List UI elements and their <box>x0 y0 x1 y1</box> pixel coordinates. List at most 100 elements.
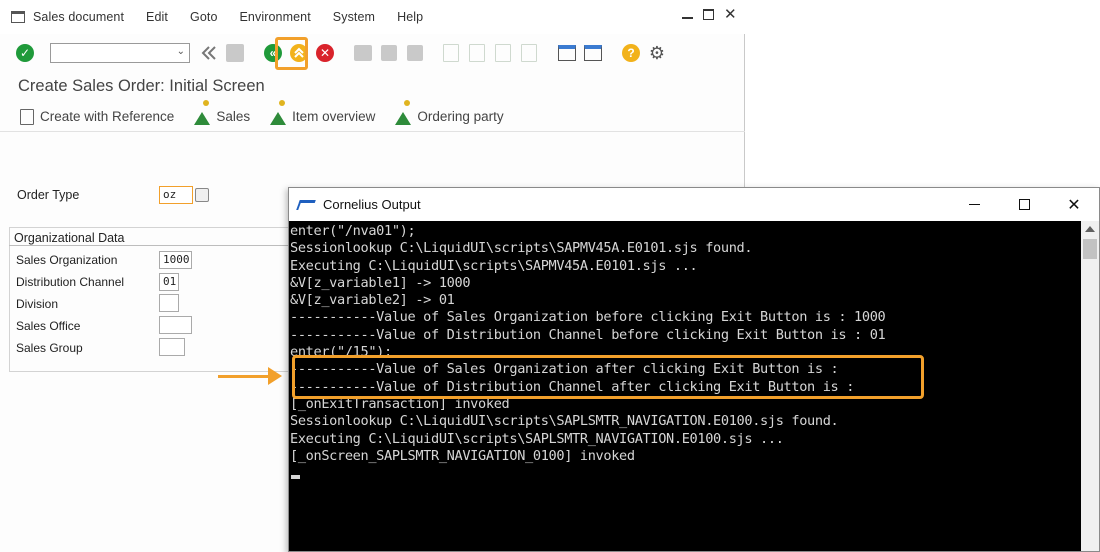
last-page-button[interactable] <box>518 42 540 64</box>
find-button[interactable] <box>378 42 400 64</box>
sales-group-label: Sales Group <box>16 341 83 355</box>
command-field[interactable]: ⌄ <box>50 43 190 63</box>
console-line: Executing C:\LiquidUI\scripts\SAPLSMTR_N… <box>290 430 784 447</box>
annotation-arrow <box>218 375 270 378</box>
console-line: Sessionlookup C:\LiquidUI\scripts\SAPLSM… <box>290 413 839 430</box>
shortcut-button[interactable] <box>582 42 604 64</box>
minimize-icon <box>968 204 980 205</box>
sales-office-label: Sales Office <box>16 319 81 333</box>
create-with-reference-button[interactable]: Create with Reference <box>20 108 175 125</box>
binoculars-next-icon <box>407 45 423 61</box>
menu-goto[interactable]: Goto <box>190 10 218 24</box>
application-toolbar: Create with Reference Sales Item overvie… <box>0 99 745 132</box>
cancel-icon: ✕ <box>316 44 334 62</box>
find-next-button[interactable] <box>404 42 426 64</box>
minimize-icon[interactable] <box>682 11 693 19</box>
chevron-down-icon[interactable]: ⌄ <box>177 46 185 57</box>
scroll-thumb[interactable] <box>1083 239 1097 259</box>
sales-organization-label: Sales Organization <box>16 253 118 267</box>
document-icon <box>20 108 34 125</box>
print-button[interactable] <box>352 42 374 64</box>
app-icon <box>296 199 316 210</box>
console-maximize-button[interactable] <box>999 188 1049 221</box>
division-field[interactable] <box>159 294 179 312</box>
maximize-icon <box>1018 199 1030 210</box>
help-icon: ? <box>622 44 640 62</box>
check-icon: ✓ <box>16 44 34 62</box>
settings-icon: ⚙ <box>648 43 666 63</box>
annotation-arrow-head <box>268 367 282 385</box>
console-line: -----------Value of Sales Organization b… <box>290 309 886 326</box>
mountain-icon <box>194 99 211 125</box>
scroll-up-icon[interactable] <box>1085 226 1095 232</box>
division-label: Division <box>16 297 59 311</box>
next-page-icon <box>495 44 511 62</box>
enter-button[interactable]: ✓ <box>14 42 36 64</box>
printer-icon <box>354 45 372 61</box>
save-icon <box>226 44 244 62</box>
console-title-bar: Cornelius Output ✕ <box>289 188 1099 221</box>
ordering-party-label: Ordering party <box>417 109 504 124</box>
mountain-icon <box>395 99 412 125</box>
sales-label: Sales <box>216 109 251 124</box>
console-close-button[interactable]: ✕ <box>1049 188 1099 221</box>
first-page-button[interactable] <box>440 42 462 64</box>
previous-page-icon <box>469 44 485 62</box>
cancel-button[interactable]: ✕ <box>314 42 336 64</box>
collapse-command-button[interactable] <box>198 42 220 64</box>
create-session-button[interactable] <box>556 42 578 64</box>
menu-system[interactable]: System <box>333 10 375 24</box>
first-page-icon <box>443 44 459 62</box>
distribution-channel-label: Distribution Channel <box>16 275 125 289</box>
double-chevron-left-icon <box>201 46 216 60</box>
menu-sales-document[interactable]: Sales document <box>33 10 124 24</box>
distribution-channel-field[interactable]: 01 <box>159 273 179 291</box>
customize-button[interactable]: ⚙ <box>646 42 668 64</box>
mountain-icon <box>270 99 287 125</box>
standard-toolbar: ✓ ⌄ « ✕ ? ⚙ <box>0 34 745 72</box>
menu-environment[interactable]: Environment <box>240 10 311 24</box>
console-line: enter("/nva01"); <box>290 223 416 239</box>
sap-window-controls: ✕ <box>682 7 737 22</box>
console-scrollbar[interactable] <box>1081 221 1099 551</box>
console-line: Executing C:\LiquidUI\scripts\SAPMV45A.E… <box>290 257 698 274</box>
item-overview-label: Item overview <box>292 109 376 124</box>
shortcut-icon <box>584 45 602 61</box>
sales-group-field[interactable] <box>159 338 185 356</box>
value-help-icon[interactable] <box>195 188 209 202</box>
exit-button-highlight <box>275 37 308 70</box>
console-line: -----------Value of Distribution Channel… <box>290 326 886 343</box>
screenshot-stage: Sales document Edit Goto Environment Sys… <box>0 0 1100 552</box>
console-output-highlight <box>292 355 924 399</box>
console-window-controls: ✕ <box>949 188 1099 221</box>
order-type-field[interactable]: oz <box>159 186 193 204</box>
menu-icon[interactable] <box>11 11 25 23</box>
menu-help[interactable]: Help <box>397 10 423 24</box>
previous-page-button[interactable] <box>466 42 488 64</box>
order-type-label: Order Type <box>17 188 80 202</box>
ordering-party-button[interactable]: Ordering party <box>395 99 504 125</box>
console-line: [_onScreen_SAPLSMTR_NAVIGATION_0100] inv… <box>290 447 635 464</box>
console-line: &V[z_variable1] -> 1000 <box>290 274 471 291</box>
next-page-button[interactable] <box>492 42 514 64</box>
item-overview-button[interactable]: Item overview <box>270 99 376 125</box>
close-icon[interactable]: ✕ <box>724 7 737 22</box>
sales-button[interactable]: Sales <box>194 99 251 125</box>
page-title: Create Sales Order: Initial Screen <box>18 77 265 95</box>
console-line: &V[z_variable2] -> 01 <box>290 292 455 309</box>
save-button[interactable] <box>224 42 246 64</box>
console-minimize-button[interactable] <box>949 188 999 221</box>
menu-edit[interactable]: Edit <box>146 10 168 24</box>
sales-office-field[interactable] <box>159 316 192 334</box>
maximize-icon[interactable] <box>703 9 714 20</box>
last-page-icon <box>521 44 537 62</box>
console-cursor <box>291 475 300 480</box>
sales-organization-field[interactable]: 1000 <box>159 251 192 269</box>
menu-bar: Sales document Edit Goto Environment Sys… <box>0 0 745 34</box>
console-title: Cornelius Output <box>323 197 421 212</box>
close-icon: ✕ <box>1067 196 1081 214</box>
new-window-icon <box>558 45 576 61</box>
group-divider <box>9 245 299 246</box>
create-with-reference-label: Create with Reference <box>40 109 175 124</box>
help-button[interactable]: ? <box>620 42 642 64</box>
